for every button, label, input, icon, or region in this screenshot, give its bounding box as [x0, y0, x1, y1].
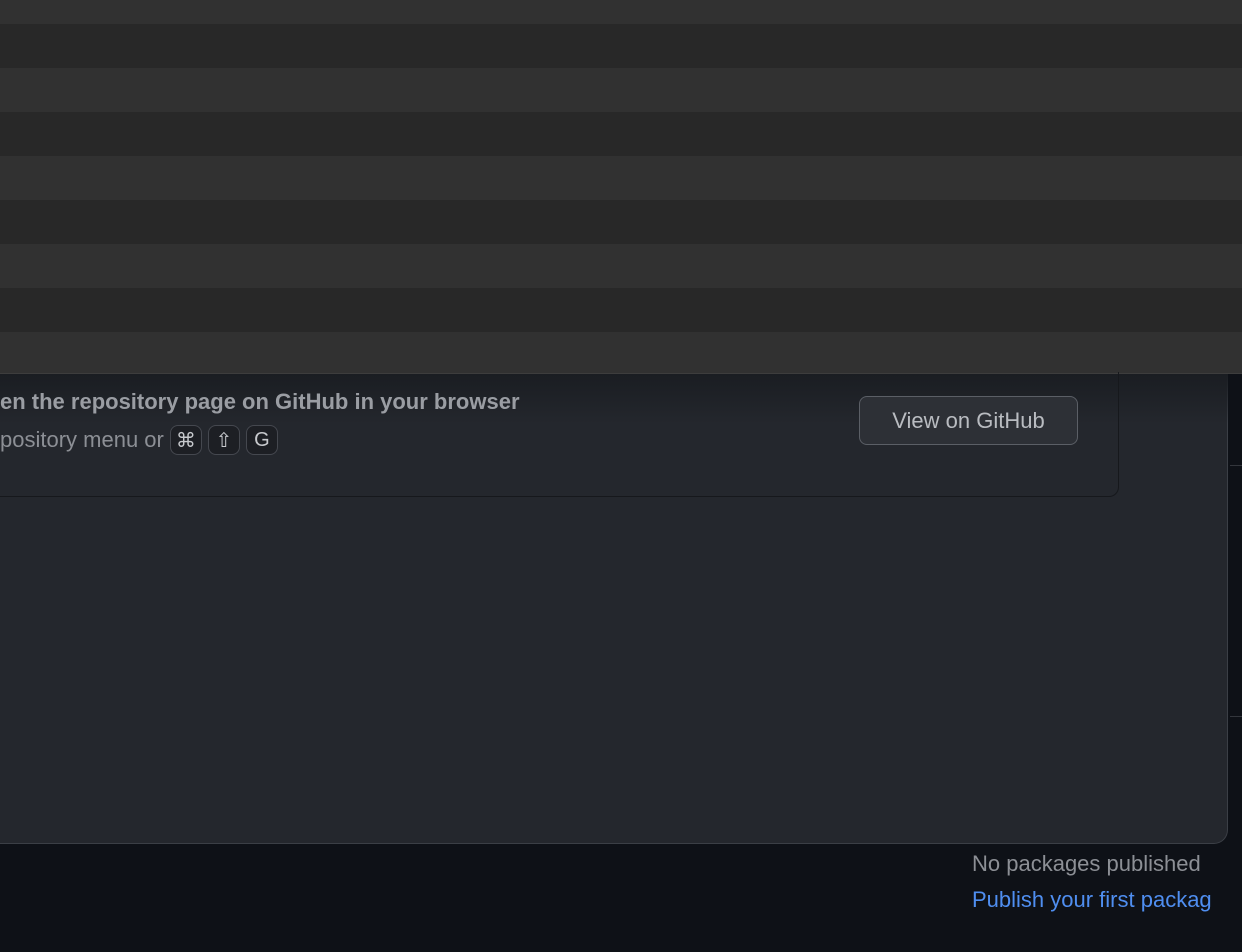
view-on-github-button[interactable]: View on GitHub — [859, 396, 1078, 445]
stripe-row — [0, 156, 1242, 200]
shift-key-icon: ⇧ — [207, 425, 240, 455]
sidebar-divider — [1230, 716, 1242, 717]
g-key: G — [245, 425, 278, 455]
stripe-row — [0, 332, 1242, 373]
card-description-text: pository menu or — [0, 427, 164, 452]
stripe-row — [0, 68, 1242, 112]
card-title: en the repository page on GitHub in your… — [0, 389, 520, 414]
stripe-row — [0, 112, 1242, 156]
stripe-row — [0, 200, 1242, 244]
striped-overlay-header — [0, 0, 1242, 374]
stripe-row — [0, 288, 1242, 332]
packages-status: No packages published — [972, 851, 1201, 876]
publish-package-link[interactable]: Publish your first packag — [972, 887, 1212, 913]
card-description: pository menu or ⌘ ⇧ G — [0, 425, 278, 455]
stripe-row — [0, 244, 1242, 288]
stripe-row — [0, 24, 1242, 68]
sidebar-divider — [1230, 374, 1242, 466]
command-key-icon: ⌘ — [169, 425, 202, 455]
